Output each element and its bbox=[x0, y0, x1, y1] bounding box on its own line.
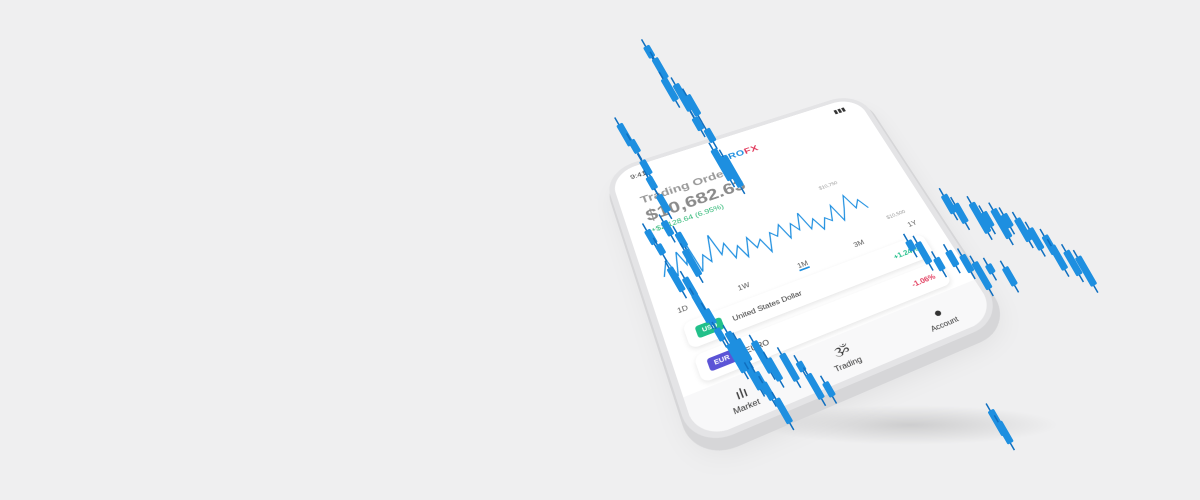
candlestick bbox=[679, 242, 704, 284]
candlestick bbox=[652, 237, 668, 262]
candlestick bbox=[636, 153, 655, 182]
floating-candlesticks bbox=[614, 39, 1099, 451]
candlestick bbox=[771, 391, 795, 431]
candlestick bbox=[993, 415, 1016, 451]
candlestick bbox=[999, 260, 1020, 293]
candlestick bbox=[708, 142, 736, 188]
candlestick bbox=[819, 375, 838, 404]
candlestick bbox=[969, 255, 994, 297]
candlestick bbox=[718, 149, 746, 195]
candlestick bbox=[653, 188, 673, 220]
scene: 9:41 ▮▮▮ EROFX Trading Order $10,682.63 … bbox=[0, 0, 1200, 500]
candlestick bbox=[625, 133, 643, 161]
candlestick bbox=[658, 214, 676, 243]
candlestick bbox=[966, 195, 993, 241]
